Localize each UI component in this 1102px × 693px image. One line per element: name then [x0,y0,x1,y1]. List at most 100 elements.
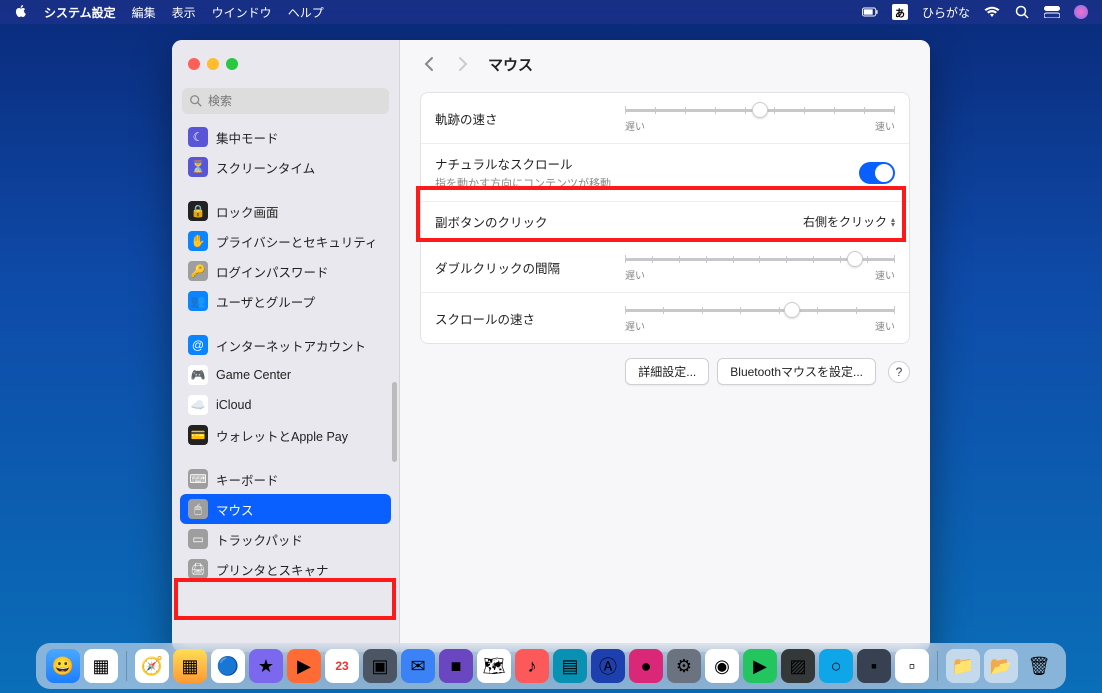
sidebar-item-5[interactable]: 👥 ユーザとグループ [180,286,391,316]
sidebar-item-13[interactable]: 🖨 プリンタとスキャナ [180,554,391,584]
ime-indicator-icon[interactable]: あ [892,4,908,20]
dock-app-11[interactable]: ○ [819,649,853,683]
sidebar-icon: 🎮 [188,365,208,385]
dock-finder[interactable]: 😀 [46,649,80,683]
sidebar-item-label: プライバシーとセキュリティ [216,232,378,251]
dock-chrome[interactable]: 🔵 [211,649,245,683]
settings-window: ☾集中モード ⏳ スクリーンタイム 🔒ロック画面 ✋ プライバシーとセキュリティ 🔑 ログイン… [172,40,930,652]
sidebar-item-label: ユーザとグループ [216,292,315,311]
secondary-click-select[interactable]: 右側をクリック ▴▾ [803,213,895,230]
sidebar-item-12[interactable]: ▭トラックパッド [180,524,391,554]
minimize-button[interactable] [207,58,219,70]
dock-app-9[interactable]: ▶ [743,649,777,683]
scroll-speed-label: スクロールの速さ [435,309,535,328]
dock-app-2[interactable]: ★ [249,649,283,683]
dock-settings[interactable]: ⚙ [667,649,701,683]
menubar-item-view[interactable]: 表示 [172,4,196,21]
sidebar-item-4[interactable]: 🔑 ログインパスワード [180,256,391,286]
scrollbar[interactable] [392,382,397,462]
dock-app-1[interactable]: ▦ [173,649,207,683]
close-button[interactable] [188,58,200,70]
dock-launchpad[interactable]: ▦ [84,649,118,683]
zoom-button[interactable] [226,58,238,70]
dock-calendar[interactable]: 23 [325,649,359,683]
dock-maps[interactable]: 🗺 [477,649,511,683]
sidebar-list[interactable]: ☾集中モード ⏳ スクリーンタイム 🔒ロック画面 ✋ プライバシーとセキュリティ 🔑 ログイン… [172,122,399,652]
double-click-slider[interactable]: 遅い速い [625,252,895,282]
sidebar-icon: 🔑 [188,261,208,281]
dock-app-8[interactable]: ◉ [705,649,739,683]
forward-button[interactable] [454,55,472,73]
menubar-item-edit[interactable]: 編集 [132,4,156,21]
natural-scroll-toggle[interactable] [859,162,895,184]
sidebar-icon: ⏳ [188,157,208,177]
sidebar-icon: 🔒 [188,201,208,221]
dock-safari[interactable]: 🧭 [135,649,169,683]
sidebar-item-3[interactable]: ✋ プライバシーとセキュリティ [180,226,391,256]
menubar-item-help[interactable]: ヘルプ [288,4,324,21]
sidebar-item-6[interactable]: @インターネットアカウント [180,330,391,360]
sidebar-item-7[interactable]: 🎮Game Center [180,360,391,390]
back-button[interactable] [420,55,438,73]
ime-label[interactable]: ひらがな [922,4,970,21]
tracking-label: 軌跡の速さ [435,109,498,128]
sidebar-icon: ☾ [188,127,208,147]
wifi-icon[interactable] [984,5,1000,19]
sidebar-item-9[interactable]: 💳ウォレットとApple Pay [180,420,391,450]
setting-secondary-click: 副ボタンのクリック 右側をクリック ▴▾ [421,202,909,242]
dock-mail[interactable]: ✉ [401,649,435,683]
advanced-button[interactable]: 詳細設定... [625,358,709,385]
help-button[interactable]: ? [888,361,910,383]
setting-tracking-speed: 軌跡の速さ 遅い速い [421,93,909,144]
dock-app-12[interactable]: ▪ [857,649,891,683]
scroll-speed-slider[interactable]: 遅い速い [625,303,895,333]
sidebar-item-label: スクリーンタイム [216,158,315,177]
dock-app-3[interactable]: ▶ [287,649,321,683]
apple-menu-icon[interactable] [14,4,28,21]
sidebar-icon: 🖨 [188,559,208,579]
main-panel: マウス 軌跡の速さ 遅い速い ナチュラルなスクロール 指を動かす方向にコンテンツ… [400,40,930,652]
sidebar-item-8[interactable]: ☁️iCloud [180,390,391,420]
sidebar-item-1[interactable]: ⏳ スクリーンタイム [180,152,391,182]
window-controls [172,40,399,88]
sidebar-icon: ✋ [188,231,208,251]
search-input[interactable] [182,88,389,114]
dock-app-6[interactable]: ▤ [553,649,587,683]
spotlight-icon[interactable] [1014,5,1030,19]
sidebar-item-label: ウォレットとApple Pay [216,426,348,445]
dock-app-4[interactable]: ▣ [363,649,397,683]
sidebar-item-2[interactable]: 🔒ロック画面 [180,196,391,226]
sidebar: ☾集中モード ⏳ スクリーンタイム 🔒ロック画面 ✋ プライバシーとセキュリティ 🔑 ログイン… [172,40,400,652]
control-center-icon[interactable] [1044,5,1060,19]
sidebar-item-11[interactable]: 🖱マウス [180,494,391,524]
dock-folder-1[interactable]: 📁 [946,649,980,683]
dock-app-7[interactable]: ● [629,649,663,683]
setting-natural-scroll: ナチュラルなスクロール 指を動かす方向にコンテンツが移動 [421,144,909,202]
dock-trash[interactable]: 🗑 [1022,649,1056,683]
dock-music[interactable]: ♪ [515,649,549,683]
sidebar-item-0[interactable]: ☾集中モード [180,122,391,152]
secondary-click-label: 副ボタンのクリック [435,212,548,231]
dock-appstore[interactable]: Ⓐ [591,649,625,683]
sidebar-item-label: ログインパスワード [216,262,329,281]
natural-scroll-sub: 指を動かす方向にコンテンツが移動 [435,175,611,191]
battery-icon[interactable] [862,5,878,19]
menubar-app-name[interactable]: システム設定 [44,4,116,21]
bluetooth-mouse-button[interactable]: Bluetoothマウスを設定... [717,358,876,385]
siri-icon[interactable] [1074,5,1088,19]
sidebar-item-10[interactable]: ⌨キーボード [180,464,391,494]
double-click-label: ダブルクリックの間隔 [435,258,560,277]
tracking-slider[interactable]: 遅い速い [625,103,895,133]
sidebar-icon: 🖱 [188,499,208,519]
dock-app-13[interactable]: ▫ [895,649,929,683]
menubar-item-window[interactable]: ウインドウ [212,4,272,21]
sidebar-icon: 👥 [188,291,208,311]
natural-scroll-label: ナチュラルなスクロール [435,154,611,173]
dock-app-5[interactable]: ■ [439,649,473,683]
menubar: システム設定 編集 表示 ウインドウ ヘルプ あ ひらがな [0,0,1102,24]
sidebar-item-label: インターネットアカウント [216,336,366,355]
page-title: マウス [488,54,533,75]
dock-folder-2[interactable]: 📂 [984,649,1018,683]
dock-app-10[interactable]: ▨ [781,649,815,683]
sidebar-item-label: プリンタとスキャナ [216,560,329,579]
